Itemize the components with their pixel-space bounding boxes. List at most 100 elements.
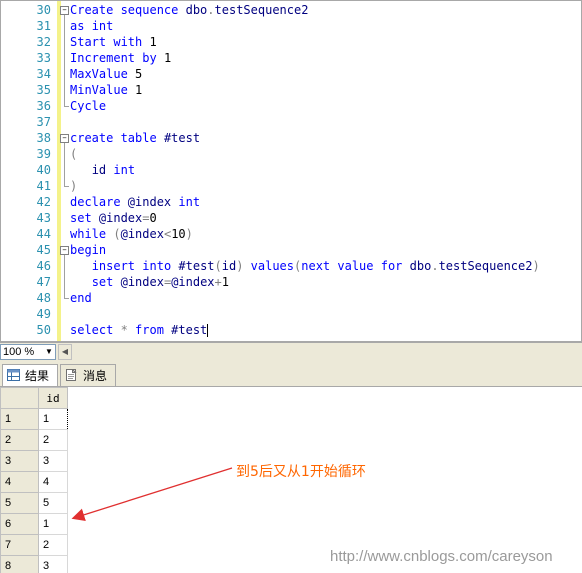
code-token: (	[70, 147, 78, 161]
fold-guide	[64, 143, 65, 186]
code-token: Create	[70, 3, 121, 17]
grid-cell[interactable]: 1	[38, 408, 68, 430]
code-token: MaxValue	[70, 67, 136, 81]
table-row[interactable]: 33	[0, 450, 68, 472]
results-tabbar: 结果 消息	[0, 361, 582, 387]
row-header[interactable]: 4	[0, 471, 39, 493]
code-line[interactable]: end	[70, 290, 92, 306]
code-line[interactable]: while (@index<10)	[70, 226, 193, 242]
zoom-select[interactable]: 100 % ▼	[0, 344, 56, 360]
line-number: 44	[36, 227, 51, 241]
table-row[interactable]: 83	[0, 555, 68, 573]
row-header[interactable]: 3	[0, 450, 39, 472]
tab-results-label: 结果	[25, 369, 50, 383]
row-header[interactable]: 1	[0, 408, 39, 430]
code-token: (	[214, 259, 222, 273]
line-number: 45	[36, 243, 51, 257]
grid-cell[interactable]: 4	[38, 471, 68, 493]
line-number: 33	[36, 51, 51, 65]
zoom-value: 100 %	[3, 346, 35, 358]
code-line[interactable]: id int	[70, 162, 135, 178]
code-token: @index	[120, 275, 164, 289]
code-line[interactable]: set @index=0	[70, 210, 157, 226]
code-line[interactable]: MaxValue 5	[70, 66, 142, 82]
code-token: int	[113, 163, 136, 177]
collapse-icon[interactable]: −	[60, 246, 69, 255]
code-line[interactable]: set @index=@index+1	[70, 274, 229, 290]
code-token: id	[221, 259, 237, 273]
code-token: set	[70, 211, 99, 225]
tab-results[interactable]: 结果	[2, 364, 58, 386]
code-token: +	[214, 275, 222, 289]
code-token: dbo	[409, 259, 432, 273]
fold-guide	[64, 255, 65, 298]
grid-cell[interactable]: 3	[38, 450, 68, 472]
table-row[interactable]: 22	[0, 429, 68, 451]
collapse-icon[interactable]: −	[60, 6, 69, 15]
line-number: 41	[36, 179, 51, 193]
code-token: *	[120, 323, 136, 337]
scroll-left-icon[interactable]: ◀	[58, 344, 72, 360]
table-row[interactable]: 61	[0, 513, 68, 535]
code-line[interactable]: select * from #test	[70, 322, 209, 338]
code-token: (	[113, 227, 121, 241]
row-header[interactable]: 6	[0, 513, 39, 535]
code-token: as	[70, 19, 92, 33]
code-line[interactable]: )	[70, 178, 77, 194]
code-token: next	[301, 259, 338, 273]
code-token: .	[207, 3, 215, 17]
line-number: 39	[36, 147, 51, 161]
tab-messages[interactable]: 消息	[60, 364, 116, 386]
code-line[interactable]: Increment by 1	[70, 50, 171, 66]
code-line[interactable]: create table #test	[70, 130, 200, 146]
code-token: end	[70, 291, 92, 305]
code-line[interactable]: Cycle	[70, 98, 106, 114]
fold-guide	[64, 15, 65, 106]
tab-messages-label: 消息	[83, 369, 108, 383]
grid-cell[interactable]: 2	[38, 534, 68, 556]
code-token: #test	[178, 259, 215, 273]
row-header[interactable]: 7	[0, 534, 39, 556]
line-number: 31	[36, 19, 51, 33]
grid-corner[interactable]	[0, 387, 39, 409]
sql-editor[interactable]: 30 31 32 33 34 35 36 37 38 39 40 41 42 43 44 45 46 47 48 49…	[0, 0, 582, 342]
code-line[interactable]: Create sequence dbo.testSequence2	[70, 2, 308, 18]
code-token: values	[250, 259, 295, 273]
text-caret	[207, 324, 209, 337]
row-header[interactable]: 8	[0, 555, 39, 573]
chevron-down-icon[interactable]: ▼	[44, 346, 54, 358]
collapse-icon[interactable]: −	[60, 134, 69, 143]
grid-cell[interactable]: 3	[38, 555, 68, 573]
table-row[interactable]: 55	[0, 492, 68, 514]
grid-cell[interactable]: 5	[38, 492, 68, 514]
grid-cell[interactable]: 2	[38, 429, 68, 451]
code-token: =	[142, 211, 150, 225]
code-token: begin	[70, 243, 107, 257]
code-token: declare	[70, 195, 128, 209]
line-number: 42	[36, 195, 51, 209]
line-number: 43	[36, 211, 51, 225]
line-number: 46	[36, 259, 51, 273]
line-number: 36	[36, 99, 51, 113]
code-token: @index	[171, 275, 215, 289]
grid-icon	[7, 369, 20, 381]
row-header[interactable]: 2	[0, 429, 39, 451]
table-row[interactable]: 44	[0, 471, 68, 493]
row-header[interactable]: 5	[0, 492, 39, 514]
table-row[interactable]: 72	[0, 534, 68, 556]
code-line[interactable]: begin	[70, 242, 106, 258]
code-token: #test	[163, 131, 201, 145]
column-header-id[interactable]: id	[38, 387, 68, 409]
code-token: @index	[127, 195, 179, 209]
code-line[interactable]: (	[70, 146, 77, 162]
code-line[interactable]: insert into #test(id) values(next value …	[70, 258, 540, 274]
code-token: @index	[120, 227, 164, 241]
code-line[interactable]: Start with 1	[70, 34, 157, 50]
code-token: 1	[135, 83, 143, 97]
table-row[interactable]: 11	[0, 408, 68, 430]
code-line[interactable]: MinValue 1	[70, 82, 142, 98]
code-line[interactable]: declare @index int	[70, 194, 200, 210]
grid-cell[interactable]: 1	[38, 513, 68, 535]
code-line[interactable]: as int	[70, 18, 113, 34]
code-token: int	[178, 195, 201, 209]
